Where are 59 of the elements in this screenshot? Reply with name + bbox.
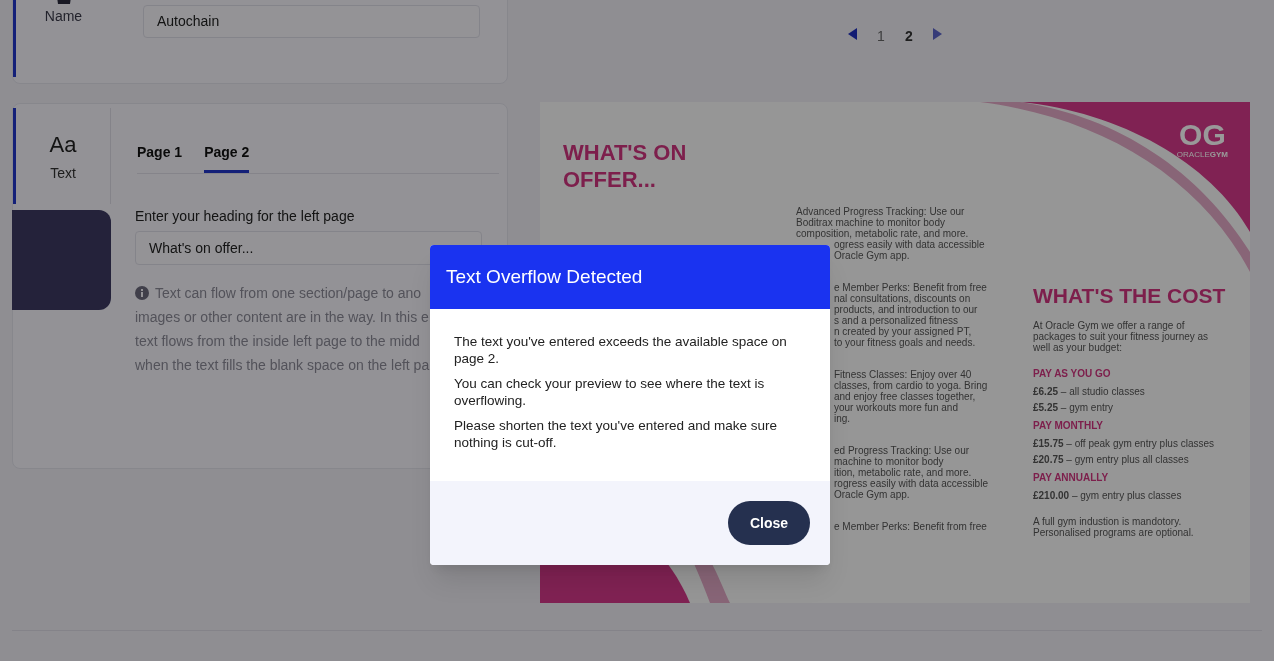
- offer-text-line: n created by your assigned PT,: [833, 326, 972, 337]
- plan-title: PAY MONTHLY: [1033, 419, 1105, 433]
- offer-text-line: ing.: [833, 413, 851, 424]
- offer-text-line: products, and introduction to our: [833, 304, 979, 315]
- cost-intro: At Oracle Gym we offer a range of packages to suit your fitness journey as well as your budget:: [1033, 319, 1210, 353]
- offer-text-line: Oracle Gym app.: [833, 489, 911, 500]
- offer-text-line: ition, metabolic rate, and more.: [833, 467, 973, 478]
- offer-text-line: Advanced Progress Tracking: Use our: [796, 206, 966, 217]
- price-line: £20.75 – gym entry plus all classes: [1033, 452, 1190, 467]
- offer-text-line: s and a personalized fitness: [833, 315, 958, 326]
- info-text: Text can flow from one section/page to ano: [155, 283, 422, 303]
- next-page-button[interactable]: [932, 28, 942, 40]
- offer-text-line: classes, from cardio to yoga. Bring: [833, 380, 989, 391]
- text-nav-label: Text: [50, 164, 76, 183]
- text-nav-item[interactable]: Aa Text: [13, 108, 111, 204]
- dialog-title: Text Overflow Detected: [446, 264, 643, 289]
- info-text: images or other content are in the way. In this e: [135, 307, 429, 327]
- offer-text-line: and enjoy free classes together,: [833, 391, 977, 402]
- offer-text-line: nal consultations, discounts on: [833, 293, 972, 304]
- dialog-text: You can check your preview to see where the text is overflowing.: [454, 375, 766, 409]
- heading-field[interactable]: What's on offer...: [135, 231, 482, 265]
- page-tab[interactable]: Page 1: [137, 142, 183, 173]
- offer-text-line: ed Progress Tracking: Use our: [833, 445, 971, 456]
- offer-text-line: composition, metabolic rate, and more.: [796, 228, 970, 239]
- offer-text-line: Oracle Gym app.: [833, 250, 911, 261]
- heading-field-label: Enter your heading for the left page: [135, 207, 356, 226]
- logo-name: ORACLEGYM: [1176, 150, 1228, 159]
- offer-text-line: machine to monitor body: [833, 456, 945, 467]
- page-number[interactable]: 2: [904, 26, 914, 47]
- name-field[interactable]: Autochain: [143, 5, 480, 38]
- cost-heading: WHAT'S THE COST: [1033, 283, 1227, 309]
- text-style-icon: Aa: [49, 128, 77, 161]
- plan-title: PAY AS YOU GO: [1033, 367, 1112, 381]
- offer-text-line: Boditrax machine to monitor body: [796, 217, 946, 228]
- price-line: £6.25 – all studio classes: [1033, 384, 1146, 399]
- info-text: when the text fills the blank space on the left pa: [135, 355, 430, 375]
- info-icon: [135, 286, 149, 300]
- dialog-text: Please shorten the text you've entered and make sure nothing is cut-off.: [454, 417, 779, 451]
- price-line: £5.25 – gym entry: [1033, 400, 1115, 415]
- plan-title: PAY ANNUALLY: [1033, 471, 1110, 485]
- page-tab[interactable]: Page 2: [204, 142, 250, 173]
- previous-page-button[interactable]: [848, 28, 858, 40]
- price-line: £210.00 – gym entry plus classes: [1033, 488, 1183, 503]
- offer-text-line: ogress easily with data accessible: [833, 239, 986, 250]
- price-line: £15.75 – off peak gym entry plus classes: [1033, 436, 1216, 451]
- offer-text-line: e Member Perks: Benefit from free: [833, 282, 988, 293]
- offer-text-line: your workouts more fun and: [833, 402, 958, 413]
- offer-text-line: rogress easily with data accessible: [833, 478, 989, 489]
- info-text: text flows from the inside left page to the midd: [135, 331, 420, 351]
- logo-mark: OG: [1179, 120, 1226, 150]
- offer-text-line: Fitness Classes: Enjoy over 40: [833, 369, 972, 380]
- brochure-heading: WHAT'S ON OFFER...: [563, 139, 688, 193]
- name-label: Name: [44, 7, 83, 26]
- close-button[interactable]: Close: [727, 501, 810, 545]
- offer-text-line: to your fitness goals and needs.: [833, 337, 977, 348]
- offer-text-line: e Member Perks: Benefit from free: [833, 521, 988, 532]
- dialog-text: The text you've entered exceeds the available space on page 2.: [454, 333, 788, 367]
- induction-note: A full gym industion is mandotory. Personalised programs are optional.: [1033, 515, 1195, 538]
- page-number[interactable]: 1: [876, 26, 886, 47]
